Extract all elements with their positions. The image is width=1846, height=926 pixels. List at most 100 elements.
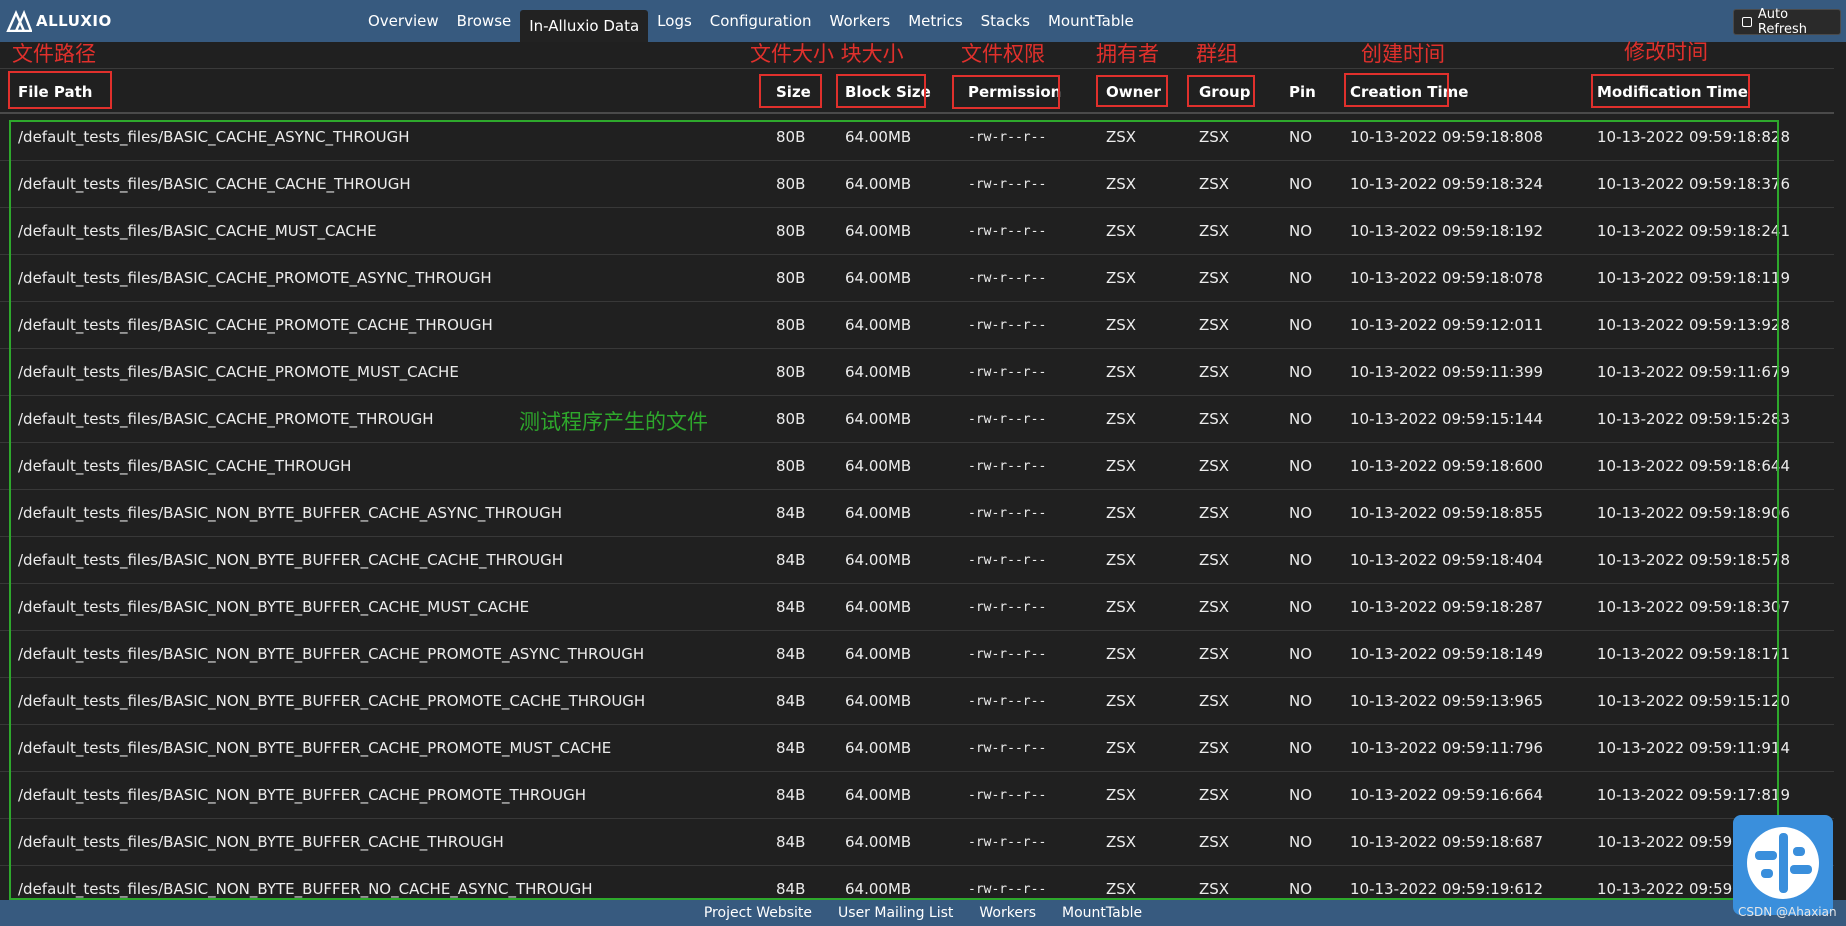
file-path-cell[interactable]: /default_tests_files/BASIC_NON_BYTE_BUFF…	[18, 490, 562, 537]
size-cell: 80B	[776, 316, 806, 334]
pin-cell: NO	[1289, 457, 1313, 475]
annotation-box-permission	[952, 75, 1060, 109]
table-row: /default_tests_files/BASIC_NON_BYTE_BUFF…	[0, 584, 1834, 631]
nav-item-browse[interactable]: Browse	[448, 0, 521, 42]
owner-cell: ZSX	[1106, 410, 1137, 428]
column-header-pin[interactable]: Pin	[1289, 69, 1316, 115]
modification-time-cell: 10-13-2022 09:59:11:914	[1597, 739, 1790, 757]
checkbox-icon[interactable]	[1742, 17, 1752, 27]
file-path-cell[interactable]: /default_tests_files/BASIC_CACHE_PROMOTE…	[18, 396, 434, 443]
creation-time-cell: 10-13-2022 09:59:18:324	[1350, 175, 1543, 193]
modification-time-cell: 10-13-2022 09:59:18:307	[1597, 598, 1790, 616]
table-row: /default_tests_files/BASIC_NON_BYTE_BUFF…	[0, 678, 1834, 725]
annotation-box-size	[759, 74, 822, 108]
table-row: /default_tests_files/BASIC_CACHE_PROMOTE…	[0, 396, 1834, 443]
annotation-box-block-size	[836, 74, 926, 108]
creation-time-cell: 10-13-2022 09:59:18:808	[1350, 128, 1543, 146]
table-row: /default_tests_files/BASIC_NON_BYTE_BUFF…	[0, 537, 1834, 584]
file-path-cell[interactable]: /default_tests_files/BASIC_CACHE_PROMOTE…	[18, 349, 459, 396]
creation-time-cell: 10-13-2022 09:59:18:855	[1350, 504, 1543, 522]
block-size-cell: 64.00MB	[845, 363, 912, 381]
creation-time-cell: 10-13-2022 09:59:11:796	[1350, 739, 1543, 757]
creation-time-cell: 10-13-2022 09:59:18:404	[1350, 551, 1543, 569]
modification-time-cell: 10-13-2022 09:59:18:119	[1597, 269, 1790, 287]
block-size-cell: 64.00MB	[845, 316, 912, 334]
annotation-permission: 文件权限	[961, 42, 1045, 66]
file-path-cell[interactable]: /default_tests_files/BASIC_CACHE_MUST_CA…	[18, 208, 377, 255]
creation-time-cell: 10-13-2022 09:59:18:287	[1350, 598, 1543, 616]
group-cell: ZSX	[1199, 786, 1230, 804]
group-cell: ZSX	[1199, 316, 1230, 334]
permission-cell: -rw-r--r--	[968, 835, 1047, 850]
file-path-cell[interactable]: /default_tests_files/BASIC_NON_BYTE_BUFF…	[18, 537, 563, 584]
size-cell: 84B	[776, 598, 806, 616]
owner-cell: ZSX	[1106, 363, 1137, 381]
creation-time-cell: 10-13-2022 09:59:11:399	[1350, 363, 1543, 381]
alluxio-logo-icon	[6, 10, 32, 32]
permission-cell: -rw-r--r--	[968, 459, 1047, 474]
modification-time-cell: 10-13-2022 09:59:15:120	[1597, 692, 1790, 710]
modification-time-cell: 10-13-2022 09:59:11:679	[1597, 363, 1790, 381]
pin-cell: NO	[1289, 410, 1313, 428]
footer-link-project-website[interactable]: Project Website	[704, 905, 812, 921]
file-path-cell[interactable]: /default_tests_files/BASIC_CACHE_PROMOTE…	[18, 255, 492, 302]
size-cell: 80B	[776, 128, 806, 146]
owner-cell: ZSX	[1106, 269, 1137, 287]
pin-cell: NO	[1289, 551, 1313, 569]
table-row: /default_tests_files/BASIC_NON_BYTE_BUFF…	[0, 819, 1834, 866]
permission-cell: -rw-r--r--	[968, 600, 1047, 615]
file-path-cell[interactable]: /default_tests_files/BASIC_NON_BYTE_BUFF…	[18, 678, 645, 725]
creation-time-cell: 10-13-2022 09:59:18:687	[1350, 833, 1543, 851]
group-cell: ZSX	[1199, 128, 1230, 146]
file-path-cell[interactable]: /default_tests_files/BASIC_CACHE_ASYNC_T…	[18, 114, 410, 161]
floating-assistant-button[interactable]	[1733, 815, 1833, 915]
creation-time-cell: 10-13-2022 09:59:12:011	[1350, 316, 1543, 334]
footer-link-user-mailing-list[interactable]: User Mailing List	[838, 905, 953, 921]
file-path-cell[interactable]: /default_tests_files/BASIC_NON_BYTE_BUFF…	[18, 772, 586, 819]
owner-cell: ZSX	[1106, 316, 1137, 334]
footer: Project Website User Mailing List Workers M…	[0, 900, 1846, 926]
assistant-icon	[1747, 827, 1819, 899]
file-path-cell[interactable]: /default_tests_files/BASIC_NON_BYTE_BUFF…	[18, 631, 644, 678]
nav-item-stacks[interactable]: Stacks	[972, 0, 1039, 42]
size-cell: 80B	[776, 457, 806, 475]
footer-link-mounttable[interactable]: MountTable	[1062, 905, 1142, 921]
nav-item-in-alluxio-data[interactable]: In-Alluxio Data	[520, 10, 649, 42]
table-row: /default_tests_files/BASIC_CACHE_CACHE_T…	[0, 161, 1834, 208]
nav-item-overview[interactable]: Overview	[359, 0, 448, 42]
file-path-cell[interactable]: /default_tests_files/BASIC_CACHE_CACHE_T…	[18, 161, 411, 208]
modification-time-cell: 10-13-2022 09:59:18:906	[1597, 504, 1790, 522]
size-cell: 80B	[776, 222, 806, 240]
permission-cell: -rw-r--r--	[968, 553, 1047, 568]
nav-item-workers[interactable]: Workers	[821, 0, 900, 42]
file-path-cell[interactable]: /default_tests_files/BASIC_CACHE_PROMOTE…	[18, 302, 493, 349]
block-size-cell: 64.00MB	[845, 269, 912, 287]
nav-item-logs[interactable]: Logs	[648, 0, 701, 42]
owner-cell: ZSX	[1106, 833, 1137, 851]
auto-refresh-toggle[interactable]: Auto Refresh	[1733, 7, 1841, 37]
nav-item-metrics[interactable]: Metrics	[899, 0, 971, 42]
modification-time-cell: 10-13-2022 09:59:18:376	[1597, 175, 1790, 193]
file-path-cell[interactable]: /default_tests_files/BASIC_NON_BYTE_BUFF…	[18, 725, 611, 772]
creation-time-cell: 10-13-2022 09:59:16:664	[1350, 786, 1543, 804]
footer-link-workers[interactable]: Workers	[979, 905, 1036, 921]
group-cell: ZSX	[1199, 269, 1230, 287]
modification-time-cell: 10-13-2022 09:59:18:241	[1597, 222, 1790, 240]
file-path-cell[interactable]: /default_tests_files/BASIC_NON_BYTE_BUFF…	[18, 819, 504, 866]
brand[interactable]: ALLUXIO	[6, 8, 112, 34]
size-cell: 84B	[776, 786, 806, 804]
nav-item-configuration[interactable]: Configuration	[701, 0, 821, 42]
table-row: /default_tests_files/BASIC_NON_BYTE_BUFF…	[0, 725, 1834, 772]
size-cell: 80B	[776, 410, 806, 428]
block-size-cell: 64.00MB	[845, 222, 912, 240]
size-cell: 80B	[776, 363, 806, 381]
file-path-cell[interactable]: /default_tests_files/BASIC_NON_BYTE_BUFF…	[18, 584, 529, 631]
group-cell: ZSX	[1199, 833, 1230, 851]
owner-cell: ZSX	[1106, 175, 1137, 193]
permission-cell: -rw-r--r--	[968, 271, 1047, 286]
annotation-size-block: 文件大小 块大小	[750, 42, 904, 66]
table-row: /default_tests_files/BASIC_NON_BYTE_BUFF…	[0, 772, 1834, 819]
nav-item-mounttable[interactable]: MountTable	[1039, 0, 1143, 42]
file-path-cell[interactable]: /default_tests_files/BASIC_CACHE_THROUGH	[18, 443, 351, 490]
group-cell: ZSX	[1199, 410, 1230, 428]
